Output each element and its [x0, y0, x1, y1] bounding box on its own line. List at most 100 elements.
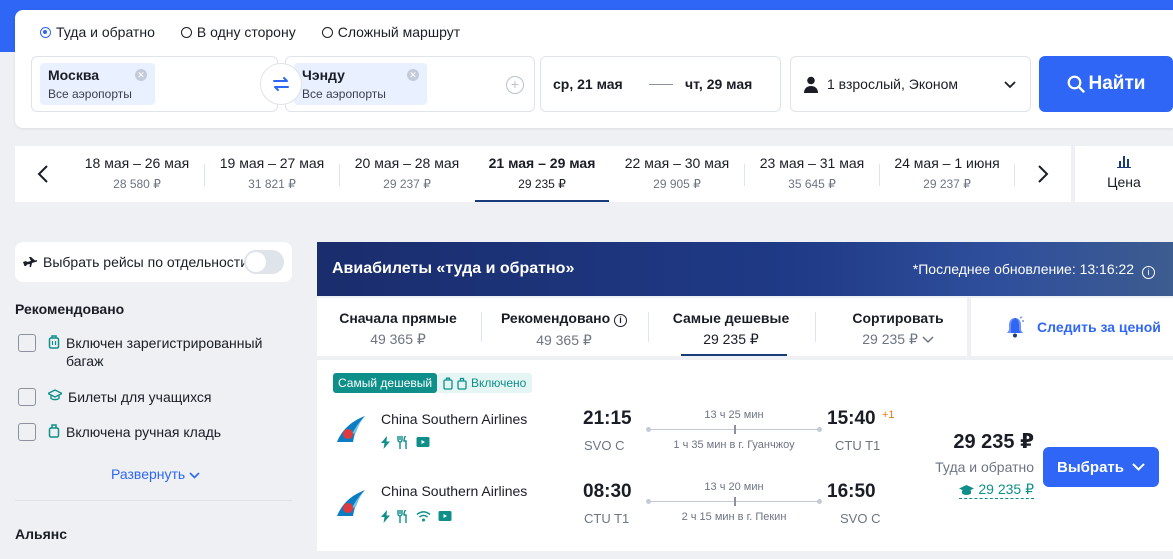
chevron-right-icon [1037, 165, 1048, 183]
search-form: Туда и обратно В одну сторону Сложный ма… [15, 10, 1173, 128]
bell-icon [1007, 316, 1024, 338]
date-range: 23 мая – 31 мая [759, 155, 865, 171]
watch-price-label: Следить за ценой [1037, 319, 1161, 335]
sort-tab-price-wrap: 29 235 ₽ [817, 331, 979, 348]
student-price-link[interactable]: 29 235 ₽ [959, 481, 1034, 499]
person-icon [804, 76, 818, 93]
filter-label-wrap: Включен зарегистрированный багаж [48, 334, 266, 370]
add-segment-icon[interactable]: + [506, 76, 524, 94]
alliance-title: Альянс [15, 526, 68, 542]
date-range: 19 мая – 27 мая [219, 155, 325, 171]
filter-checked-baggage[interactable]: Включен зарегистрированный багаж [18, 334, 266, 370]
passengers-field[interactable]: 1 взрослый, Эконом [790, 56, 1031, 112]
date-option[interactable]: 18 мая – 26 мая 28 580 ₽ [70, 146, 204, 202]
power-icon [381, 436, 390, 449]
price-chart-button[interactable]: Цена [1075, 146, 1173, 202]
watch-price-button[interactable]: Следить за ценой [971, 298, 1173, 356]
info-icon[interactable]: i [614, 314, 628, 327]
stopover-info: 2 ч 15 мин в г. Пекин [681, 511, 787, 523]
select-ticket-button[interactable]: Выбрать [1043, 447, 1159, 487]
date-option[interactable]: 22 мая – 30 мая 29 905 ₽ [610, 146, 744, 202]
sort-tab-direct[interactable]: Сначала прямые 49 365 ₽ [317, 298, 479, 356]
sort-divider [648, 312, 649, 342]
search-button[interactable]: Найти [1039, 56, 1173, 112]
sort-tab-cheapest[interactable]: Самые дешевые 29 235 ₽ [650, 298, 812, 356]
trip-type-oneway[interactable]: В одну сторону [180, 24, 296, 40]
sidebar-divider [15, 500, 292, 501]
power-icon [381, 510, 390, 523]
wifi-icon [416, 511, 431, 522]
date-option[interactable]: 24 мая – 1 июня 29 237 ₽ [880, 146, 1014, 202]
search-button-label: Найти [1088, 73, 1146, 94]
checkbox[interactable] [18, 423, 36, 441]
chevron-left-icon [37, 165, 48, 183]
last-update-text: *Последнее обновление: 13:16:22 [912, 261, 1135, 277]
baggage-icon [48, 335, 60, 349]
sort-tab-price: 29 235 ₽ [862, 331, 918, 347]
info-icon[interactable]: i [1142, 266, 1155, 279]
trip-type-roundtrip[interactable]: Туда и обратно [40, 24, 155, 40]
trip-type-label: Туда и обратно [56, 24, 155, 40]
graduation-cap-icon [959, 484, 975, 495]
results-title: Авиабилеты «туда и обратно» [332, 260, 575, 277]
badge-cheapest: Самый дешевый [333, 373, 438, 393]
return-date: чт, 29 мая [685, 76, 753, 92]
baggage-icon [443, 377, 453, 390]
expand-filters-link[interactable]: Развернуть [111, 466, 200, 482]
badge-included: Включено [437, 373, 533, 393]
dates-field[interactable]: ср, 21 мая чт, 29 мая [540, 56, 781, 112]
amenities [381, 436, 430, 449]
date-option[interactable]: 19 мая – 27 мая 31 821 ₽ [205, 146, 339, 202]
arrival-time: 16:50 [827, 481, 876, 502]
filter-student[interactable]: Билеты для учащихся [18, 388, 212, 406]
airline-logo-icon [337, 416, 365, 442]
toggle-switch[interactable] [244, 250, 284, 274]
clear-origin-icon[interactable]: ✕ [135, 69, 147, 81]
ticket-card: Самый дешевый Включено China Southern Ai… [317, 360, 1173, 551]
sort-tab-label: Сортировать [852, 310, 944, 326]
passengers-value: 1 взрослый, Эконом [827, 76, 959, 92]
filter-carry-on[interactable]: Включена ручная кладь [18, 423, 221, 441]
arrival-time: 15:40 [827, 408, 876, 429]
date-price: 31 821 ₽ [248, 177, 296, 191]
sort-dropdown[interactable]: Сортировать 29 235 ₽ [817, 298, 979, 356]
date-range: 24 мая – 1 июня [894, 155, 1000, 171]
separate-flights-toggle[interactable]: Выбрать рейсы по отдельности [15, 242, 292, 282]
date-price: 35 645 ₽ [788, 177, 836, 191]
trip-type-multicity[interactable]: Сложный маршрут [321, 24, 460, 40]
date-option[interactable]: 23 мая – 31 мая 35 645 ₽ [745, 146, 879, 202]
origin-city: Москва [48, 67, 100, 83]
origin-airports: Все аэропорты [48, 87, 132, 101]
trip-type-label: В одну сторону [196, 24, 296, 40]
checkbox[interactable] [18, 388, 36, 406]
checkbox[interactable] [18, 334, 36, 352]
date-option-selected[interactable]: 21 мая – 29 мая 29 235 ₽ [475, 146, 609, 202]
meal-icon [397, 436, 407, 449]
entertainment-icon [438, 511, 452, 521]
carry-on-icon [48, 424, 60, 438]
destination-field[interactable]: Чэнду Все аэропорты ✕ + [285, 56, 535, 112]
destination-airports: Все аэропорты [302, 87, 386, 101]
select-button-label: Выбрать [1057, 458, 1124, 476]
departure-time: 08:30 [583, 481, 632, 502]
graduation-cap-icon [48, 389, 62, 401]
sort-divider [815, 312, 816, 342]
origin-field[interactable]: Москва Все аэропорты ✕ [31, 56, 278, 112]
clear-destination-icon[interactable]: ✕ [407, 69, 419, 81]
sort-tab-recommended[interactable]: Рекомендовано i 49 365 ₽ [483, 298, 645, 356]
separate-flights-label: Выбрать рейсы по отдельности [43, 254, 249, 270]
date-option[interactable]: 20 мая – 28 мая 29 237 ₽ [340, 146, 474, 202]
date-next-button[interactable] [1015, 146, 1070, 202]
flight-duration: 13 ч 20 мин [704, 481, 764, 493]
swap-icon [273, 77, 289, 91]
date-separator [649, 84, 673, 85]
radio-icon [180, 26, 192, 38]
stopover-info: 1 ч 35 мин в г. Гуанчжоу [673, 439, 795, 451]
date-prev-button[interactable] [15, 146, 70, 202]
price-note: Туда и обратно [935, 459, 1034, 475]
date-price: 29 237 ₽ [383, 177, 431, 191]
swap-button[interactable] [260, 63, 302, 105]
results-header: Авиабилеты «туда и обратно» *Последнее о… [317, 242, 1173, 296]
filter-label-wrap: Билеты для учащихся [48, 388, 212, 406]
filter-label-wrap: Включена ручная кладь [48, 423, 221, 441]
